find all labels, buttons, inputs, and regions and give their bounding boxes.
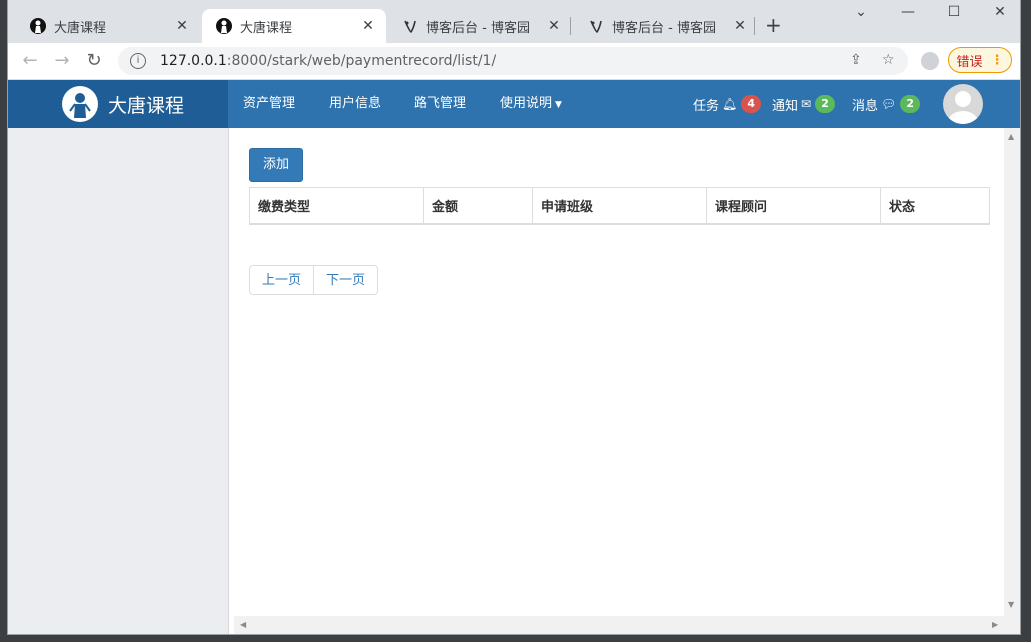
tab-datang-2[interactable]: 大唐课程 ✕ [202, 9, 386, 43]
table-header-row: 缴费类型 金额 申请班级 课程顾问 状态 [249, 187, 990, 225]
column-header: 课程顾问 [706, 187, 881, 225]
vertical-scrollbar[interactable]: ▲ ▼ [1004, 128, 1020, 634]
maximize-button[interactable]: ☐ [939, 4, 969, 20]
page-viewport: 大唐课程 资产管理 用户信息 路飞管理 使用说明 ▼ 任务 🔔︎ 4 通知 ✉ 2… [8, 80, 1020, 634]
comment-icon: 💬︎ [881, 97, 897, 111]
address-bar[interactable]: i 127.0.0.1:8000/stark/web/paymentrecord… [118, 47, 908, 75]
column-header: 状态 [880, 187, 990, 225]
notif-tasks[interactable]: 任务 🔔︎ 4 [693, 80, 762, 128]
tab-title: 博客后台 - 博客园 [612, 20, 716, 36]
notif-notices[interactable]: 通知 ✉ 2 [772, 80, 836, 128]
error-label: 错误 [956, 54, 983, 70]
logo-icon [62, 86, 98, 122]
more-menu-icon[interactable]: ⋮ [991, 53, 1004, 68]
site-info-icon[interactable]: i [130, 53, 146, 69]
browser-toolbar: ← → ↻ i 127.0.0.1:8000/stark/web/payment… [8, 43, 1020, 80]
tab-cnblogs-2[interactable]: 博客后台 - 博客园 ✕ [574, 9, 758, 43]
task-count-badge: 4 [741, 95, 762, 113]
tab-cnblogs-1[interactable]: 博客后台 - 博客园 ✕ [388, 9, 572, 43]
add-button[interactable]: 添加 [249, 148, 303, 182]
caret-down-icon: ▼ [555, 100, 562, 110]
scroll-left-arrow-icon[interactable]: ◀ [240, 620, 246, 629]
menu-lufei-management[interactable]: 路飞管理 [414, 80, 466, 128]
menu-usage-guide[interactable]: 使用说明 ▼ [500, 80, 562, 128]
envelope-icon: ✉ [801, 97, 812, 111]
scroll-down-arrow-icon[interactable]: ▼ [1008, 600, 1014, 609]
back-arrow-icon[interactable]: ← [19, 51, 41, 71]
notif-messages[interactable]: 消息 💬︎ 2 [852, 80, 921, 128]
sidebar [8, 128, 229, 634]
profile-icon[interactable] [921, 52, 939, 70]
scroll-up-arrow-icon[interactable]: ▲ [1008, 132, 1014, 141]
tab-title: 大唐课程 [54, 20, 107, 36]
payment-record-table: 缴费类型 金额 申请班级 课程顾问 状态 [249, 187, 990, 225]
menu-user-info[interactable]: 用户信息 [329, 80, 381, 128]
close-tab-icon[interactable]: ✕ [732, 18, 748, 34]
next-page-link[interactable]: 下一页 [314, 265, 379, 295]
cnblogs-favicon-icon [590, 20, 602, 33]
close-window-button[interactable]: ✕ [985, 4, 1015, 20]
tab-title: 博客后台 - 博客园 [426, 20, 530, 36]
close-tab-icon[interactable]: ✕ [360, 18, 376, 34]
notice-count-badge: 2 [815, 95, 836, 113]
avatar[interactable] [943, 84, 983, 124]
scroll-right-arrow-icon[interactable]: ▶ [992, 620, 998, 629]
pagination: 上一页 下一页 [249, 265, 379, 295]
new-tab-button[interactable]: + [765, 14, 782, 36]
brand-name: 大唐课程 [108, 94, 185, 117]
reload-icon[interactable]: ↻ [83, 51, 105, 71]
bell-icon: 🔔︎ [722, 97, 738, 111]
url-text: 127.0.0.1:8000/stark/web/paymentrecord/l… [160, 53, 497, 69]
close-tab-icon[interactable]: ✕ [546, 18, 562, 34]
notif-label: 任务 [693, 98, 720, 114]
column-header: 金额 [423, 187, 533, 225]
main-content: 添加 缴费类型 金额 申请班级 课程顾问 状态 上一页 下一页 [234, 128, 1002, 616]
notif-label: 消息 [852, 98, 879, 114]
tab-search-chevron-icon[interactable]: ⌄ [846, 4, 876, 20]
prev-page-link[interactable]: 上一页 [249, 265, 315, 295]
menu-asset-management[interactable]: 资产管理 [243, 80, 295, 128]
top-navbar: 大唐课程 资产管理 用户信息 路飞管理 使用说明 ▼ 任务 🔔︎ 4 通知 ✉ 2… [8, 80, 1020, 128]
column-header: 申请班级 [532, 187, 707, 225]
tab-title: 大唐课程 [240, 20, 293, 36]
horizontal-scrollbar[interactable]: ◀ ▶ [234, 616, 1004, 634]
column-header: 缴费类型 [249, 187, 424, 225]
browser-window: 大唐课程 ✕ 大唐课程 ✕ 博客后台 - 博客园 ✕ 博客后台 - 博客园 ✕ … [8, 0, 1020, 634]
person-favicon-icon [216, 18, 232, 34]
message-count-badge: 2 [900, 95, 921, 113]
minimize-button[interactable]: — [893, 4, 923, 20]
tab-datang-1[interactable]: 大唐课程 ✕ [16, 9, 200, 43]
cnblogs-favicon-icon [404, 20, 416, 33]
person-favicon-icon [30, 18, 46, 34]
error-button[interactable]: 错误 ⋮ [948, 47, 1012, 73]
bookmark-star-icon[interactable]: ☆ [882, 52, 895, 68]
tab-strip: 大唐课程 ✕ 大唐课程 ✕ 博客后台 - 博客园 ✕ 博客后台 - 博客园 ✕ … [8, 0, 1020, 43]
brand[interactable]: 大唐课程 [8, 80, 228, 128]
forward-arrow-icon[interactable]: → [51, 51, 73, 71]
close-tab-icon[interactable]: ✕ [174, 18, 190, 34]
share-icon[interactable]: ⇪ [850, 52, 862, 68]
notif-label: 通知 [772, 98, 799, 114]
